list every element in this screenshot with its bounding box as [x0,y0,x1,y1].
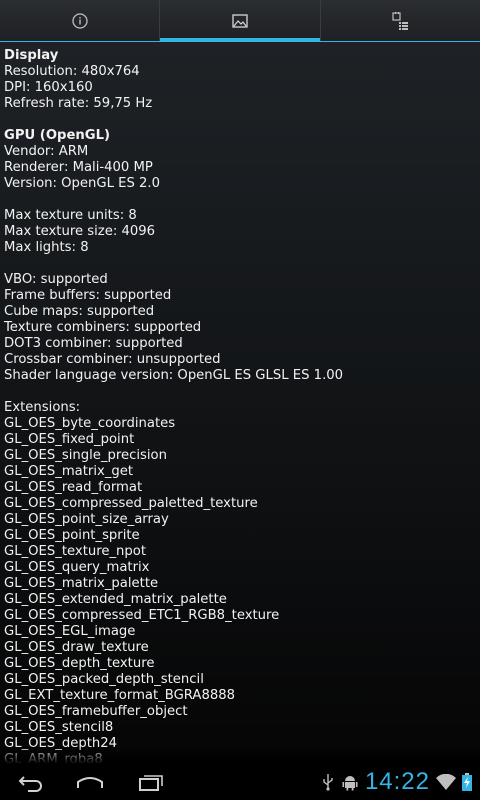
tab-features[interactable] [319,0,480,42]
info-line: Cube maps: supported [4,304,155,319]
home-icon [77,777,103,788]
info-line: GL_EXT_texture_format_BGRA8888 [4,688,236,703]
tab-info[interactable] [0,0,159,42]
info-line: Frame buffers: supported [4,288,172,303]
tab-display[interactable] [159,0,320,42]
android-debug-icon [342,776,358,791]
back-button[interactable] [14,770,46,798]
info-line: Version: OpenGL ES 2.0 [4,176,160,191]
info-line: GL_OES_single_precision [4,448,167,463]
info-line: GL_OES_extended_matrix_palette [4,592,227,607]
section-heading: GPU (OpenGL) [4,128,111,143]
image-icon [232,14,248,28]
clock: 14:22 [364,768,430,795]
info-line: GL_OES_EGL_image [4,624,136,639]
navigation-bar: 14:22 [0,764,480,800]
info-line: GL_OES_byte_coordinates [4,416,176,431]
info-line: Shader language version: OpenGL ES GLSL … [4,368,344,383]
tab-bar [0,0,480,42]
gpu-info-panel[interactable]: Display Resolution: 480x764 DPI: 160x160 Re… [0,42,480,764]
recent-apps-button[interactable] [134,770,166,798]
info-line: GL_OES_texture_npot [4,544,147,559]
info-line: Crossbar combiner: unsupported [4,352,221,367]
info-line: GL_OES_compressed_paletted_texture [4,496,258,511]
info-line: Max texture size: 4096 [4,224,156,239]
info-line: Max lights: 8 [4,240,89,255]
info-line: DPI: 160x160 [4,80,93,95]
info-line: VBO: supported [4,272,108,287]
info-line: Vendor: ARM [4,144,89,159]
home-button[interactable] [74,770,106,798]
info-line: Resolution: 480x764 [4,64,140,79]
wifi-icon [436,774,456,790]
info-line: GL_OES_query_matrix [4,560,150,575]
section-heading: Display [4,48,59,63]
info-line: DOT3 combiner: supported [4,336,183,351]
info-icon [72,13,88,29]
calendar-list-icon [392,12,409,30]
info-line: GL_OES_framebuffer_object [4,704,188,719]
info-line: GL_OES_packed_depth_stencil [4,672,204,687]
info-text: Display Resolution: 480x764 DPI: 160x160 Re… [0,42,480,764]
info-line: GL_OES_read_format [4,480,143,495]
info-line: GL_OES_compressed_ETC1_RGB8_texture [4,608,280,623]
info-line: GL_OES_fixed_point [4,432,135,447]
recent-apps-icon [139,775,163,791]
scroll-fade [0,746,480,764]
usb-icon [323,774,333,791]
info-line: Refresh rate: 59,75 Hz [4,96,153,111]
info-line: Extensions: [4,400,81,415]
info-line: GL_OES_depth_texture [4,656,155,671]
back-icon [18,776,42,792]
info-line: Renderer: Mali-400 MP [4,160,153,175]
info-line: GL_OES_point_sprite [4,528,140,543]
info-line: Max texture units: 8 [4,208,137,223]
info-line: GL_OES_matrix_get [4,464,134,479]
info-line: GL_OES_draw_texture [4,640,149,655]
info-line: GL_OES_point_size_array [4,512,169,527]
info-line: GL_OES_matrix_palette [4,576,159,591]
info-line: Texture combiners: supported [4,320,202,335]
battery-charging-icon [462,773,472,791]
status-area[interactable]: 14:22 [321,764,472,800]
info-line: GL_OES_stencil8 [4,720,114,735]
